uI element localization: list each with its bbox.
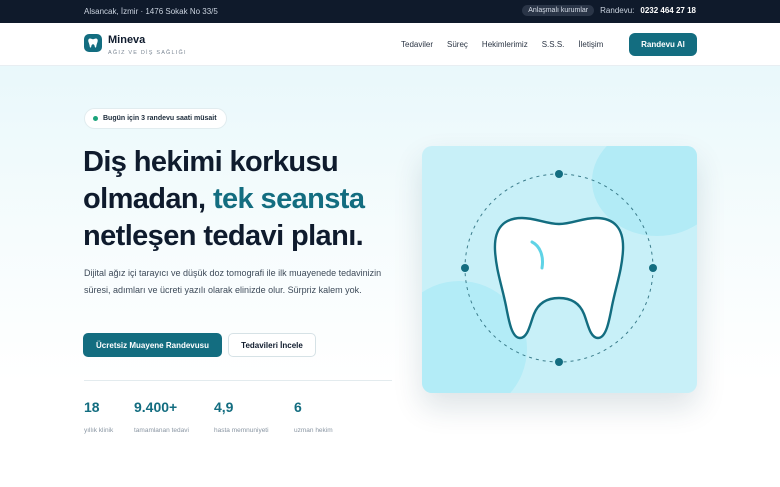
stats-divider xyxy=(84,380,392,381)
hero-lead: Dijital ağız içi tarayıcı ve düşük doz t… xyxy=(84,268,382,295)
tooth-orbit-graphic xyxy=(461,170,657,366)
hero-title-part2: netleşen tedavi planı. xyxy=(83,220,364,252)
stat-item: 6 uzman hekim xyxy=(294,399,364,434)
book-appointment-button[interactable]: Randevu Al xyxy=(629,33,697,56)
stat-value: 4,9 xyxy=(214,399,234,415)
browse-treatments-button[interactable]: Tedavileri İncele xyxy=(228,333,316,357)
hero-title: Diş hekimi korkusu olmadan, tek seansta … xyxy=(83,144,413,255)
orbit-dot xyxy=(461,264,469,272)
brand-tagline: AĞIZ VE DİŞ SAĞLIĞI xyxy=(108,50,187,56)
nav-item-hekimlerimiz[interactable]: Hekimlerimiz xyxy=(482,40,528,49)
hero-title-accent: tek seansta xyxy=(212,183,365,215)
nav-item-surec[interactable]: Süreç xyxy=(447,40,468,49)
free-exam-appointment-button[interactable]: Ücretsiz Muayene Randevusu xyxy=(83,333,222,357)
nav-item-iletisim[interactable]: İletişim xyxy=(578,40,603,49)
orbit-dot xyxy=(555,358,563,366)
brand-name[interactable]: Mineva xyxy=(108,34,145,46)
main-navigation: Mineva AĞIZ VE DİŞ SAĞLIĞI Tedaviler Sür… xyxy=(0,23,780,66)
partner-institutions-link[interactable]: Anlaşmalı kurumlar xyxy=(522,5,595,16)
clinic-address: Alsancak, İzmir · 1476 Sokak No 33/5 xyxy=(84,7,218,16)
nav-item-sss[interactable]: S.S.S. xyxy=(542,40,565,49)
stats-row: 18 yıllık klinik 9.400+ tamamlanan tedav… xyxy=(84,399,364,434)
tooth-illustration-card xyxy=(422,146,697,393)
stat-item: 9.400+ tamamlanan tedavi xyxy=(134,399,214,434)
nav-item-tedaviler[interactable]: Tedaviler xyxy=(401,40,433,49)
stat-value: 6 xyxy=(294,399,302,415)
orbit-dot xyxy=(649,264,657,272)
top-info-bar: Alsancak, İzmir · 1476 Sokak No 33/5 Anl… xyxy=(0,0,780,23)
tooth-icon xyxy=(493,216,625,340)
availability-text: Bugün için 3 randevu saati müsait xyxy=(103,115,217,122)
phone-number-link[interactable]: 0232 464 27 18 xyxy=(640,6,696,15)
availability-badge: Bugün için 3 randevu saati müsait xyxy=(84,108,227,129)
hero-section: Bugün için 3 randevu saati müsait Diş he… xyxy=(0,66,780,487)
stat-value: 9.400+ xyxy=(134,399,178,415)
tooth-icon xyxy=(88,38,98,48)
stat-value: 18 xyxy=(84,399,100,415)
stat-item: 4,9 hasta memnuniyeti xyxy=(214,399,294,434)
topbar-right: Anlaşmalı kurumlar Randevu: 0232 464 27 … xyxy=(522,5,696,16)
stat-label: hasta memnuniyeti xyxy=(214,427,269,434)
stat-label: uzman hekim xyxy=(294,427,333,434)
status-dot-icon xyxy=(93,116,98,121)
phone-label: Randevu: xyxy=(600,6,635,15)
stat-label: yıllık klinik xyxy=(84,427,114,434)
stat-label: tamamlanan tedavi xyxy=(134,427,189,434)
nav-menu: Tedaviler Süreç Hekimlerimiz S.S.S. İlet… xyxy=(401,40,603,49)
logo-mark[interactable] xyxy=(84,34,102,52)
orbit-dot xyxy=(555,170,563,178)
stat-item: 18 yıllık klinik xyxy=(84,399,134,434)
